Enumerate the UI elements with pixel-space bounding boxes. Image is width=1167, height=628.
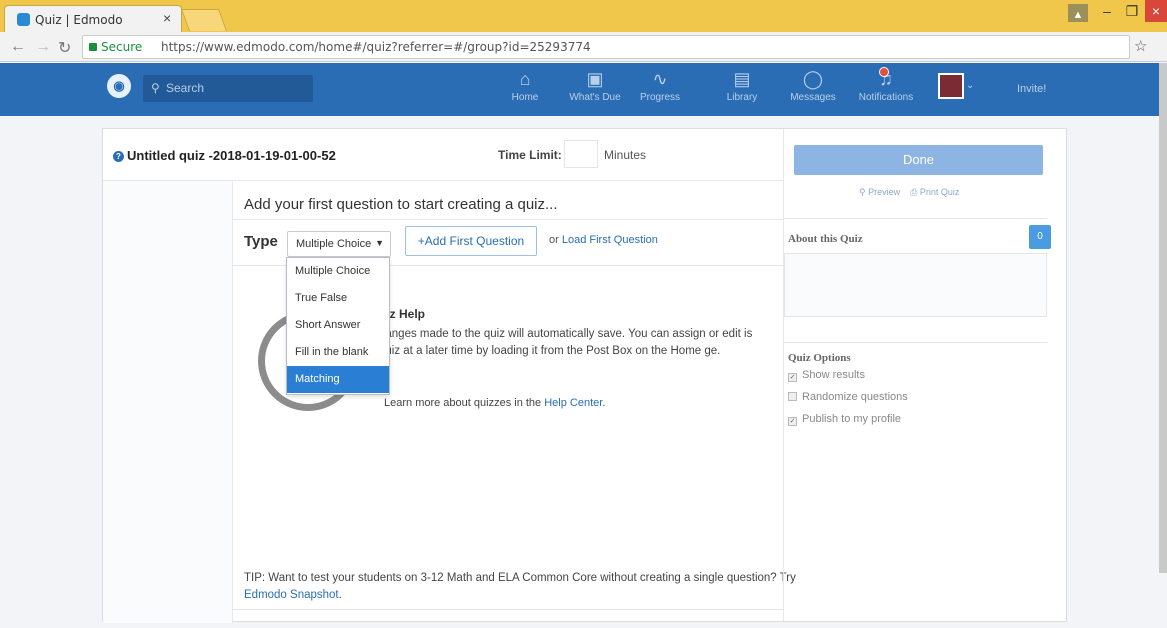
dropdown-option-highlighted[interactable]: Matching — [287, 366, 389, 393]
search-placeholder: Search — [166, 81, 205, 95]
about-quiz-textarea[interactable] — [784, 253, 1047, 317]
browser-tabstrip: Quiz | Edmodo × ▲ – ❐ × — [0, 0, 1167, 32]
sidebar-links: ⚲ Preview ⎙ Print Quiz — [859, 187, 959, 198]
progress-icon: ∿ — [652, 69, 668, 89]
minimize-icon[interactable]: – — [1095, 0, 1119, 22]
or-load-text: or Load First Question — [549, 234, 658, 246]
quiz-info-icon: ? — [113, 151, 124, 162]
reload-icon[interactable]: ↻ — [58, 38, 71, 58]
done-button[interactable]: Done — [794, 145, 1043, 175]
question-type-dropdown: Multiple Choice True False Short Answer … — [286, 257, 390, 395]
preview-icon: ⚲ — [859, 187, 866, 197]
browser-toolbar: ← → ↻ Secure https://www.edmodo.com/home… — [0, 32, 1167, 62]
dropdown-option[interactable]: Multiple Choice — [287, 258, 389, 285]
checkbox-icon[interactable] — [788, 392, 797, 401]
help-more-text: Learn more about quizzes in the Help Cen… — [384, 397, 606, 409]
back-icon[interactable]: ← — [10, 38, 26, 56]
page-scrollbar[interactable] — [1159, 63, 1167, 573]
dropdown-option[interactable]: Short Answer — [287, 312, 389, 339]
option-show-results[interactable]: ✓ Show results — [788, 369, 865, 382]
divider — [784, 218, 1047, 219]
quiz-title[interactable]: Untitled quiz -2018-01-19-01-00-52 — [127, 148, 336, 163]
print-quiz-link[interactable]: Print Quiz — [920, 187, 960, 197]
minutes-label: Minutes — [604, 148, 647, 162]
load-first-question-link[interactable]: Load First Question — [562, 234, 658, 246]
print-icon: ⎙ — [910, 187, 918, 197]
dropdown-option[interactable]: Fill in the blank — [287, 339, 389, 366]
question-type-select[interactable]: Multiple Choice ▼ — [287, 231, 391, 257]
quiz-header: ? Untitled quiz -2018-01-19-01-00-52 Tim… — [103, 129, 783, 181]
secure-label: Secure — [101, 40, 143, 54]
option-publish-profile[interactable]: ✓ Publish to my profile — [788, 413, 901, 426]
add-first-question-button[interactable]: +Add First Question — [405, 226, 537, 256]
divider — [784, 342, 1047, 343]
restore-icon[interactable]: ❐ — [1120, 0, 1144, 22]
time-limit-input[interactable] — [564, 140, 598, 168]
nav-progress-label: Progress — [639, 92, 680, 103]
checkbox-checked-icon[interactable]: ✓ — [788, 417, 797, 426]
add-first-prompt: Add your first question to start creatin… — [244, 196, 558, 213]
search-input[interactable]: ⚲ Search — [143, 75, 313, 102]
option-randomize-questions[interactable]: Randomize questions — [788, 391, 908, 403]
notification-dot — [879, 67, 889, 77]
message-icon: ◯ — [802, 69, 824, 89]
user-profile-icon[interactable]: ▲ — [1068, 4, 1088, 22]
type-label: Type — [244, 233, 278, 250]
nav-progress[interactable]: ∿ Progress — [635, 69, 685, 103]
help-text: hanges made to the quiz will automatical… — [379, 328, 753, 357]
forward-icon[interactable]: → — [35, 38, 51, 56]
tab-title: Quiz | Edmodo — [35, 13, 123, 27]
home-icon: ⌂ — [519, 69, 531, 89]
preview-link[interactable]: Preview — [868, 187, 900, 197]
divider — [233, 609, 783, 610]
new-tab-button[interactable] — [180, 9, 228, 31]
invite-link[interactable]: Invite! — [1017, 83, 1046, 95]
lock-icon — [89, 43, 97, 51]
avatar[interactable] — [938, 73, 964, 99]
tip-text: TIP: Want to test your students on 3-12 … — [244, 572, 796, 601]
checkbox-checked-icon[interactable]: ✓ — [788, 373, 797, 382]
chevron-down-icon[interactable]: ⌄ — [966, 80, 974, 91]
question-type-value: Multiple Choice — [296, 238, 372, 250]
quiz-options-title: Quiz Options — [788, 352, 851, 364]
nav-library-label: Library — [726, 92, 758, 103]
bookmark-star-icon[interactable]: ☆ — [1134, 37, 1147, 55]
search-icon: ⚲ — [151, 81, 160, 95]
quiz-editor-panel: ? Untitled quiz -2018-01-19-01-00-52 Tim… — [102, 128, 1067, 623]
nav-home-label: Home — [511, 92, 539, 103]
nav-home[interactable]: ⌂ Home — [505, 69, 545, 103]
nav-messages-label: Messages — [790, 92, 836, 103]
nav-whats-due[interactable]: ▣ What's Due — [565, 69, 625, 103]
address-bar[interactable]: Secure https://www.edmodo.com/home#/quiz… — [82, 35, 1130, 59]
divider — [233, 219, 783, 220]
calendar-icon: ▣ — [586, 69, 604, 89]
help-center-link[interactable]: Help Center — [544, 397, 602, 409]
nav-notifications[interactable]: ♫ Notifications — [855, 67, 917, 103]
nav-notifications-label: Notifications — [858, 92, 914, 103]
nav-messages[interactable]: ◯ Messages — [785, 69, 841, 103]
nav-whats-due-label: What's Due — [569, 92, 621, 103]
app-navbar: ◉ ⚲ Search ⌂ Home ▣ What's Due ∿ Progres… — [0, 63, 1167, 116]
edmodo-logo-icon[interactable]: ◉ — [107, 74, 131, 98]
library-icon: ▤ — [733, 69, 751, 89]
quiz-sidebar: Done ⚲ Preview ⎙ Print Quiz About this Q… — [783, 129, 1066, 621]
dropdown-option[interactable]: True False — [287, 285, 389, 312]
time-limit-label: Time Limit: — [498, 148, 562, 162]
tab-close-icon[interactable]: × — [163, 10, 171, 26]
edmodo-snapshot-link[interactable]: Edmodo Snapshot — [244, 589, 339, 601]
about-count-badge: 0 — [1029, 225, 1051, 249]
close-window-icon[interactable]: × — [1145, 0, 1167, 22]
about-title: About this Quiz — [788, 233, 863, 245]
caret-down-icon: ▼ — [375, 238, 384, 248]
edmodo-favicon-icon — [17, 13, 30, 26]
question-list-column — [103, 181, 233, 623]
browser-tab[interactable]: Quiz | Edmodo × — [4, 5, 182, 32]
nav-library[interactable]: ▤ Library — [720, 69, 764, 103]
url-text[interactable]: https://www.edmodo.com/home#/quiz?referr… — [161, 40, 591, 54]
